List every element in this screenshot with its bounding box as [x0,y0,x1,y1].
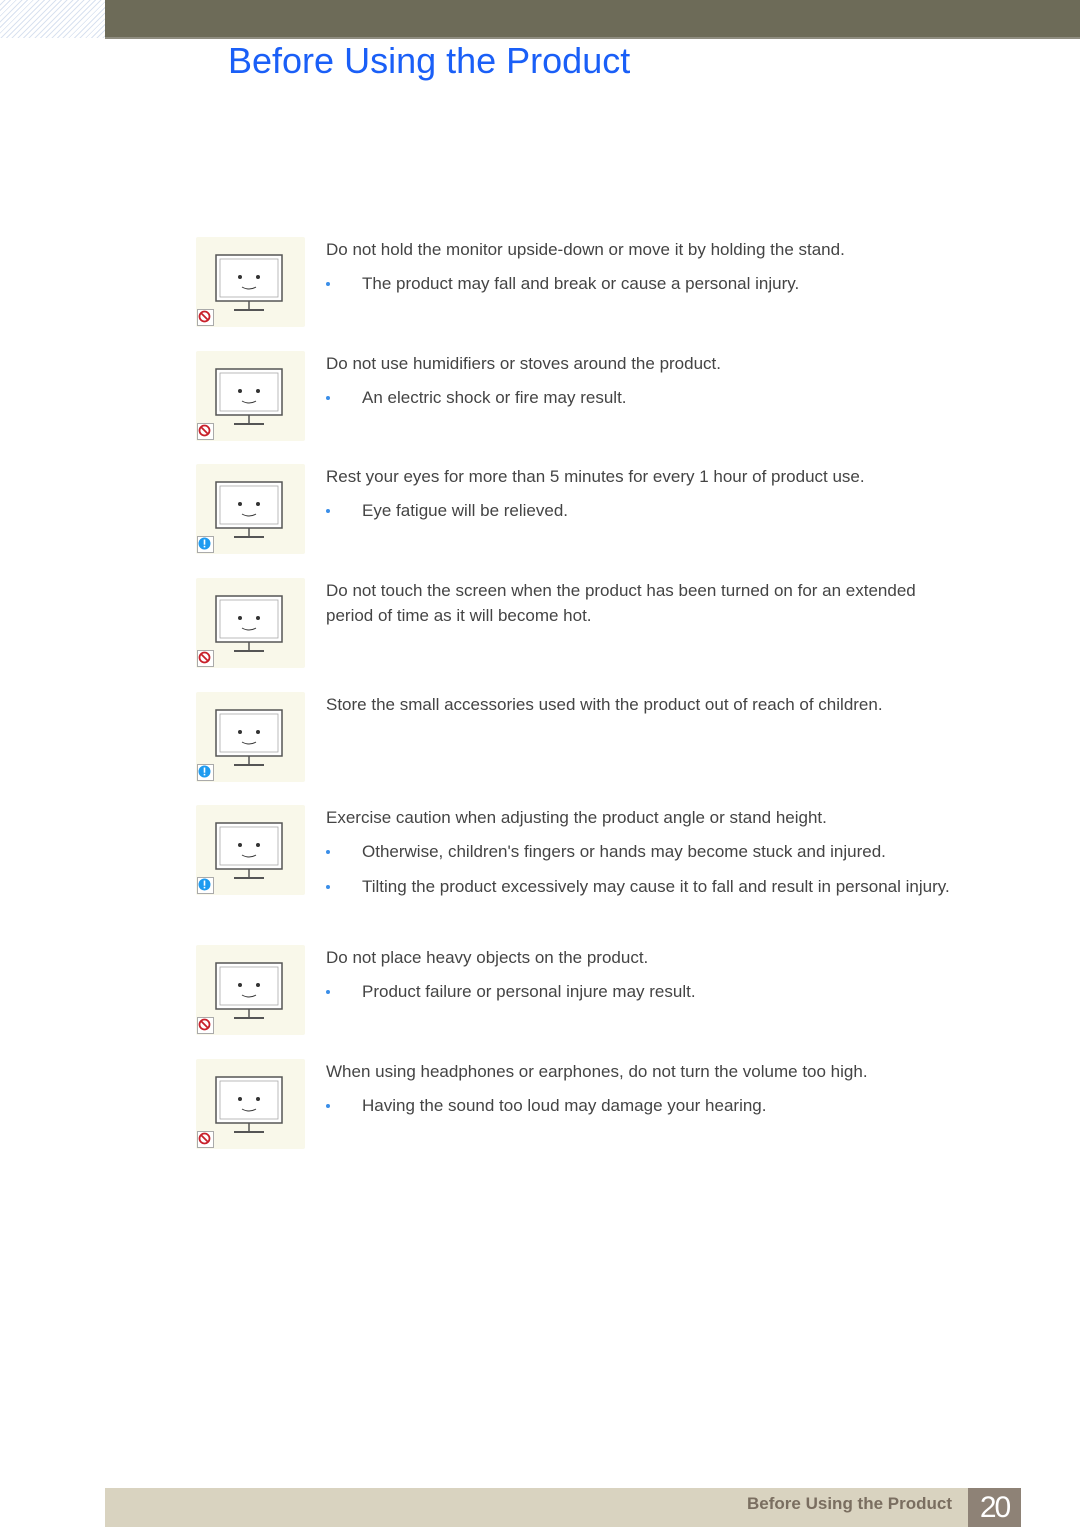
bullet-dot-icon [326,850,330,854]
bullet-dot-icon [326,990,330,994]
instruction-text: Do not place heavy objects on the produc… [326,948,649,967]
instruction-text: Do not hold the monitor upside-down or m… [326,240,845,259]
prohibited-icon [197,1131,214,1148]
footer-section-title: Before Using the Product [747,1494,952,1513]
bullet-item: Having the sound too loud may damage you… [326,1092,956,1119]
bullet-list: The product may fall and break or cause … [326,270,956,297]
bullet-dot-icon [326,282,330,286]
info-icon [197,536,214,553]
bullet-list: Having the sound too loud may damage you… [326,1092,956,1119]
bullet-item: Tilting the product excessively may caus… [326,873,956,900]
instruction-text: Do not use humidifiers or stoves around … [326,354,721,373]
illustration-hand-touching-screen [196,578,305,668]
instruction-content: Do not hold the monitor upside-down or m… [326,237,956,297]
bullet-item: The product may fall and break or cause … [326,270,956,297]
illustration-monitor-near-humidifier [196,351,305,441]
bullet-item: Eye fatigue will be relieved. [326,497,956,524]
bullet-text: Otherwise, children's fingers or hands m… [362,842,886,861]
instruction-content: When using headphones or earphones, do n… [326,1059,956,1119]
prohibited-icon [197,1017,214,1034]
bullet-list: An electric shock or fire may result. [326,384,956,411]
instruction-content: Rest your eyes for more than 5 minutes f… [326,464,956,524]
prohibited-icon [197,650,214,667]
bullet-text: An electric shock or fire may result. [362,388,627,407]
bullet-dot-icon [326,1104,330,1108]
bullet-item: Otherwise, children's fingers or hands m… [326,838,956,865]
bullet-dot-icon [326,509,330,513]
instruction-content: Do not touch the screen when the product… [326,578,956,628]
instruction-text: When using headphones or earphones, do n… [326,1062,868,1081]
bullet-text: Tilting the product excessively may caus… [362,877,950,896]
bullet-item: Product failure or personal injure may r… [326,978,956,1005]
corner-hatch-decoration [0,0,105,38]
bullet-dot-icon [326,396,330,400]
bullet-list: Product failure or personal injure may r… [326,978,956,1005]
bullet-text: Eye fatigue will be relieved. [362,501,569,520]
bullet-dot-icon [326,885,330,889]
illustration-heavy-objects-on-monitor [196,945,305,1035]
page-number: 20 [968,1488,1021,1527]
illustration-monitor-held-upside-down [196,237,305,327]
bullet-list: Eye fatigue will be relieved. [326,497,956,524]
instruction-content: Do not place heavy objects on the produc… [326,945,956,1005]
bullet-list: Otherwise, children's fingers or hands m… [326,838,956,900]
bullet-text: The product may fall and break or cause … [362,274,800,293]
instruction-content: Store the small accessories used with th… [326,692,956,717]
instruction-text: Exercise caution when adjusting the prod… [326,808,827,827]
instruction-text: Store the small accessories used with th… [326,695,883,714]
info-icon [197,764,214,781]
illustration-monitor-rest-eyes [196,464,305,554]
prohibited-icon [197,309,214,326]
illustration-headphones-loud-volume [196,1059,305,1149]
bullet-item: An electric shock or fire may result. [326,384,956,411]
info-icon [197,877,214,894]
instruction-content: Exercise caution when adjusting the prod… [326,805,956,900]
bullet-text: Product failure or personal injure may r… [362,982,696,1001]
illustration-hands-adjusting-monitor [196,805,305,895]
header-bar [105,0,1080,39]
page-title: Before Using the Product [228,40,631,81]
prohibited-icon [197,423,214,440]
illustration-child-reaching-accessories [196,692,305,782]
bullet-text: Having the sound too loud may damage you… [362,1096,767,1115]
instruction-text: Do not touch the screen when the product… [326,581,916,625]
instruction-content: Do not use humidifiers or stoves around … [326,351,956,411]
instruction-text: Rest your eyes for more than 5 minutes f… [326,467,865,486]
